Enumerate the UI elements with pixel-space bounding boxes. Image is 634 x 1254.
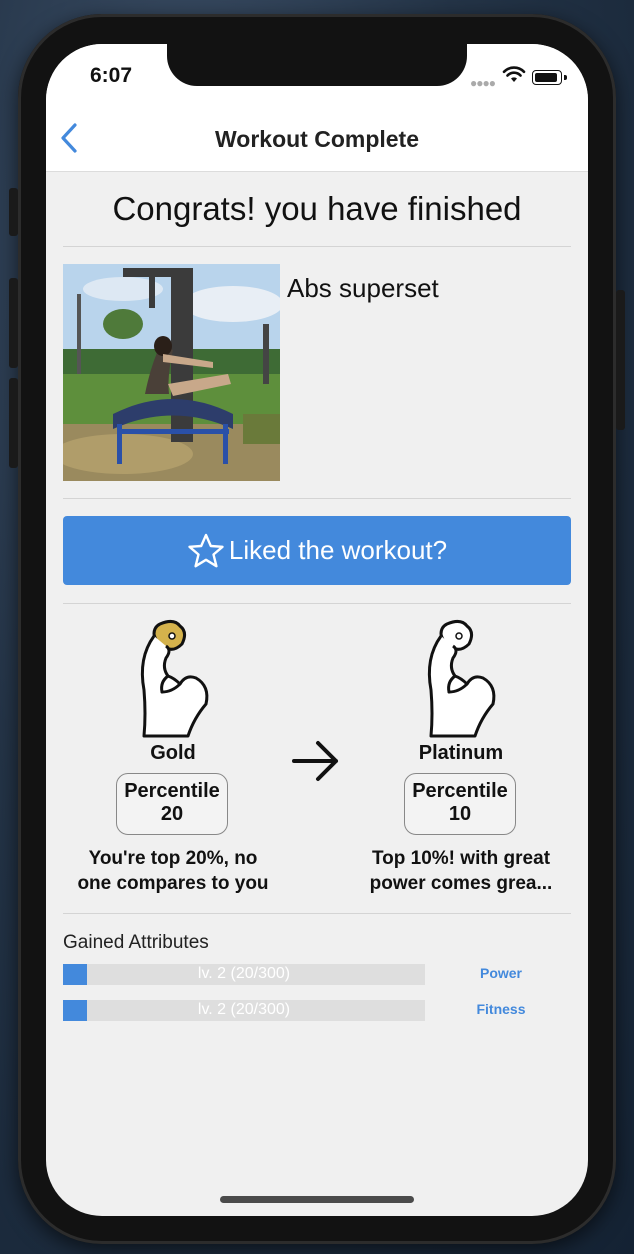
like-button-label: Liked the workout? <box>228 535 448 565</box>
fitness-level-text: lv. 2 (20/300) <box>197 1001 291 1018</box>
star-outline-icon <box>188 533 224 567</box>
gold-flexed-arm-icon <box>140 619 209 738</box>
battery-nub <box>564 75 567 80</box>
app-screen: 6:07 ●●●● Workout Complete Congrats! you… <box>46 44 588 1216</box>
divider <box>63 913 571 914</box>
volume-down-button <box>9 378 18 468</box>
next-rank-desc-line1: Top 10%! with great <box>371 848 551 869</box>
next-rank-desc-line2: power comes grea... <box>369 873 553 894</box>
next-rank-name: Platinum <box>418 742 504 764</box>
next-percentile-label: Percentile <box>412 780 508 802</box>
notch <box>167 44 467 86</box>
divider <box>63 246 571 247</box>
current-percentile-value: 20 <box>160 803 184 825</box>
signal-icon: ●●●● <box>470 76 496 90</box>
current-percentile-box: Percentile 20 <box>116 773 228 835</box>
power-button <box>616 290 625 430</box>
current-rank-desc-line2: one compares to you <box>77 873 269 894</box>
platinum-flexed-arm-icon <box>427 619 496 738</box>
fitness-attribute-label: Fitness <box>476 1001 526 1017</box>
side-button <box>9 188 18 236</box>
power-level-text: lv. 2 (20/300) <box>197 965 291 982</box>
current-rank-name: Gold <box>150 742 196 764</box>
current-rank-desc-line1: You're top 20%, no <box>88 848 258 869</box>
fitness-progress-bar: lv. 2 (20/300) <box>63 1000 425 1021</box>
arrow-right-icon <box>292 741 338 781</box>
wifi-icon <box>502 66 526 82</box>
workout-name: Abs superset <box>287 273 439 303</box>
battery-icon <box>532 70 562 85</box>
home-indicator[interactable] <box>220 1196 414 1203</box>
next-percentile-box: Percentile 10 <box>404 773 516 835</box>
next-percentile-value: 10 <box>448 803 472 825</box>
workout-thumbnail[interactable] <box>63 264 280 481</box>
power-progress-bar: lv. 2 (20/300) <box>63 964 425 985</box>
gained-attributes-title: Gained Attributes <box>63 932 209 953</box>
like-workout-button[interactable]: Liked the workout? <box>63 516 571 585</box>
congrats-heading: Congrats! you have finished <box>112 190 522 227</box>
page-title: Workout Complete <box>214 126 420 152</box>
navigation-bar: 6:07 ●●●● Workout Complete <box>46 44 588 172</box>
status-time: 6:07 <box>90 64 133 87</box>
power-attribute-label: Power <box>479 965 522 981</box>
volume-up-button <box>9 278 18 368</box>
current-percentile-label: Percentile <box>124 780 220 802</box>
divider <box>63 603 571 604</box>
divider <box>63 498 571 499</box>
